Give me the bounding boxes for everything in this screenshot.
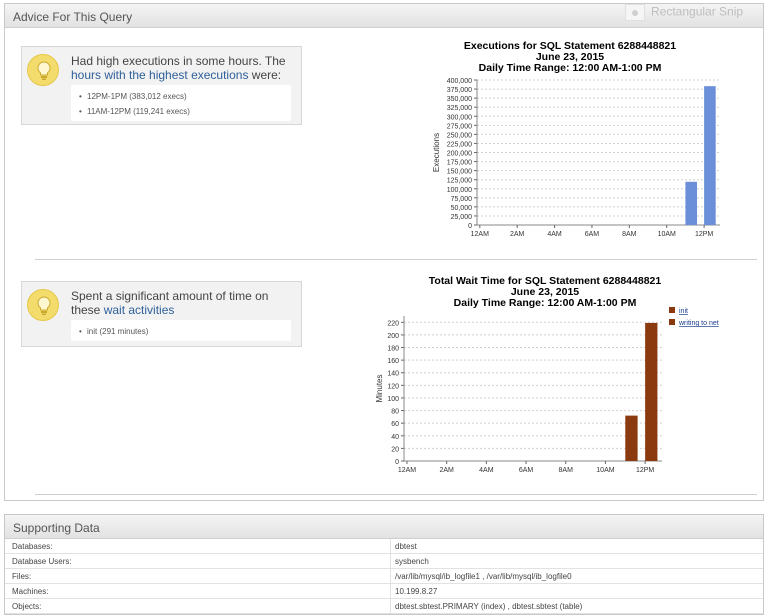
row-value: dbtest: [395, 542, 417, 551]
x-tick-label: 12AM: [398, 467, 416, 474]
row-key: Files:: [12, 572, 32, 581]
x-tick-label: 2AM: [510, 231, 525, 238]
y-tick-label: 60: [391, 421, 399, 428]
wait-chart-title-block: Total Wait Time for SQL Statement 628844…: [405, 276, 685, 309]
x-tick-label: 10AM: [658, 231, 676, 238]
section-divider: [35, 259, 757, 260]
y-tick-label: 75,000: [451, 196, 473, 203]
y-tick-label: 350,000: [447, 96, 472, 103]
y-axis-label: Executions: [432, 133, 441, 172]
section-divider: [35, 494, 757, 495]
snip-overlay: Rectangular Snip: [625, 4, 765, 21]
x-tick-label: 12PM: [636, 467, 654, 474]
lightbulb-icon: [27, 289, 59, 321]
row-value: 10.199.8.27: [395, 587, 438, 596]
y-tick-label: 125,000: [447, 178, 472, 185]
executions-advice-list: 12PM-1PM (383,012 execs) 11AM-12PM (119,…: [71, 85, 291, 121]
y-tick-label: 25,000: [451, 214, 473, 221]
x-tick-label: 6AM: [519, 467, 534, 474]
bar: [704, 86, 716, 226]
y-tick-label: 200,000: [447, 151, 472, 158]
list-item: 12PM-1PM (383,012 execs): [79, 89, 291, 104]
y-tick-label: 80: [391, 409, 399, 416]
row-key: Machines:: [12, 587, 49, 596]
executions-chart: 0 25,000 50,000 75,000 100,000 125,000 150,000…: [432, 78, 720, 238]
bar: [645, 322, 658, 461]
wait-advice-text: Spent a significant amount of time on th…: [71, 289, 295, 317]
legend-swatch: [669, 319, 675, 325]
table-row: Machines: 10.199.8.27: [5, 584, 763, 599]
legend-label: writing to net: [678, 320, 719, 327]
x-tick-label: 4AM: [479, 467, 494, 474]
x-tick-label: 8AM: [622, 231, 637, 238]
wait-advice-card: Spent a significant amount of time on th…: [21, 281, 302, 347]
support-panel-header: Supporting Data: [5, 515, 763, 539]
legend-label: init: [679, 308, 688, 315]
bar: [685, 181, 698, 225]
supporting-data-table: Databases: dbtest Database Users: sysbench…: [5, 539, 763, 614]
y-axis-label: Minutes: [375, 374, 384, 402]
y-tick-label: 200: [387, 333, 399, 340]
x-tick-label: 6AM: [585, 231, 600, 238]
wait-advice-list: init (291 minutes): [71, 320, 291, 341]
table-row: Files: /var/lib/mysql/ib_logfile1 , /var/…: [5, 569, 763, 584]
advice-panel: Advice For This Query Rectangular Snip H…: [4, 3, 764, 501]
legend-swatch: [669, 307, 675, 313]
table-row: Databases: dbtest: [5, 539, 763, 554]
y-tick-label: 275,000: [447, 123, 472, 130]
y-tick-label: 0: [468, 223, 472, 230]
y-tick-label: 300,000: [447, 114, 472, 121]
advice-panel-title: Advice For This Query: [13, 10, 133, 24]
table-row: Database Users: sysbench: [5, 554, 763, 569]
y-tick-label: 400,000: [447, 78, 472, 85]
row-value: /var/lib/mysql/ib_logfile1 , /var/lib/my…: [395, 572, 572, 581]
table-row: Objects: dbtest.sbtest.PRIMARY (index) , …: [5, 599, 763, 614]
row-key: Databases:: [12, 542, 53, 551]
y-tick-label: 140: [387, 371, 399, 378]
executions-advice-text: Had high executions in some hours. The h…: [71, 54, 295, 82]
y-tick-label: 180: [387, 346, 399, 353]
lightbulb-icon: [27, 54, 59, 86]
executions-advice-suffix: were:: [248, 68, 282, 82]
y-tick-label: 50,000: [451, 205, 473, 212]
executions-advice-link[interactable]: hours with the highest executions: [71, 68, 248, 82]
list-item: 11AM-12PM (119,241 execs): [79, 104, 291, 119]
x-tick-label: 4AM: [547, 231, 562, 238]
y-tick-label: 220: [387, 320, 399, 327]
row-key: Database Users:: [12, 557, 72, 566]
row-key: Objects:: [12, 602, 42, 611]
row-value: dbtest.sbtest.PRIMARY (index) , dbtest.s…: [395, 602, 583, 611]
y-tick-label: 375,000: [447, 87, 472, 94]
y-tick-label: 100,000: [447, 187, 472, 194]
snip-overlay-label: Rectangular Snip: [651, 4, 744, 19]
support-panel-title: Supporting Data: [13, 521, 100, 535]
y-tick-label: 225,000: [447, 141, 472, 148]
y-tick-label: 175,000: [447, 160, 472, 167]
x-tick-label: 12AM: [471, 231, 489, 238]
y-tick-label: 250,000: [447, 132, 472, 139]
y-tick-label: 100: [387, 396, 399, 403]
y-tick-label: 150,000: [447, 169, 472, 176]
list-item: init (291 minutes): [79, 324, 291, 339]
y-tick-label: 325,000: [447, 105, 472, 112]
y-tick-label: 120: [387, 383, 399, 390]
wait-advice-link[interactable]: wait activities: [104, 303, 175, 317]
y-tick-label: 40: [391, 434, 399, 441]
x-tick-label: 10AM: [596, 467, 614, 474]
bar: [625, 415, 638, 461]
y-tick-label: 20: [391, 446, 399, 453]
y-tick-label: 160: [387, 358, 399, 365]
row-value: sysbench: [395, 557, 429, 566]
executions-advice-card: Had high executions in some hours. The h…: [21, 46, 302, 125]
x-tick-label: 12PM: [695, 231, 713, 238]
x-tick-label: 2AM: [439, 467, 454, 474]
x-tick-label: 8AM: [559, 467, 574, 474]
support-panel: Supporting Data Databases: dbtest Databas…: [4, 514, 764, 615]
executions-advice-lead: Had high executions in some hours. The: [71, 54, 286, 68]
y-tick-label: 0: [395, 459, 399, 466]
camera-icon: [625, 4, 645, 21]
wait-chart: 0 20 40 60 80 100 120 140 160 180 200 220 Minutes 12A…: [375, 307, 719, 474]
